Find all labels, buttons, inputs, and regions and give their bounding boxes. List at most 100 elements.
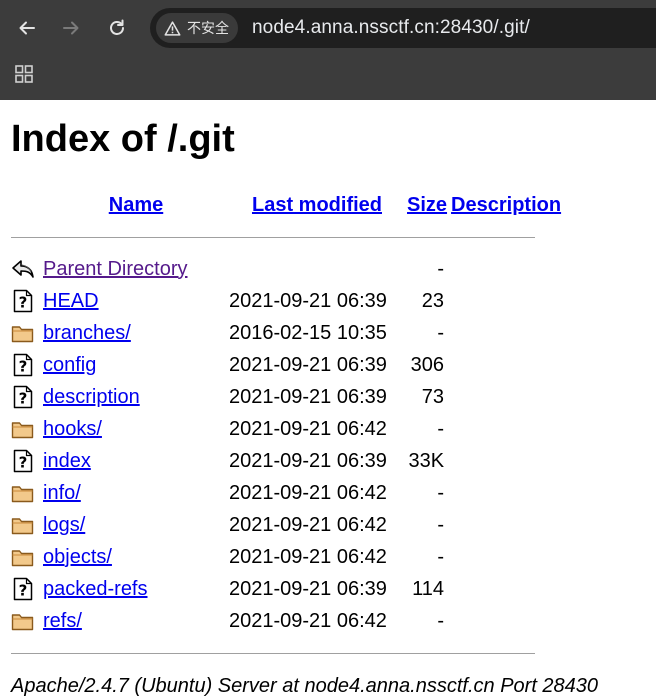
last-modified-column-header: Last modified (229, 189, 405, 221)
entry-description (447, 413, 563, 445)
entry-modified: 2021-09-21 06:39 (229, 385, 387, 408)
folder-icon (11, 422, 34, 439)
entry-description (447, 509, 563, 541)
unknown-file-icon: ? (13, 385, 33, 409)
unknown-file-icon: ? (13, 449, 33, 473)
entry-description (447, 573, 563, 605)
entry-description (447, 445, 563, 477)
folder-icon (11, 326, 34, 343)
unknown-file-icon: ? (13, 577, 33, 601)
entry-modified: 2021-09-21 06:42 (229, 545, 387, 568)
unknown-file-icon: ? (13, 353, 33, 377)
url-text[interactable]: node4.anna.nssctf.cn:28430/.git/ (252, 17, 530, 39)
entry-description (447, 349, 563, 381)
name-column-header: Name (43, 189, 229, 221)
listing-row: hooks/ 2021-09-21 06:42 - (11, 413, 563, 445)
entry-size: - (437, 513, 445, 536)
listing-row: ? index 2021-09-21 06:39 33K (11, 445, 563, 477)
svg-text:?: ? (19, 358, 28, 376)
entry-description (447, 477, 563, 509)
security-label: 不安全 (187, 20, 229, 36)
entry-link[interactable]: packed-refs (43, 578, 148, 600)
back-arrow-icon (12, 260, 34, 278)
entry-size: 306 (410, 353, 445, 376)
directory-listing: Name Last modified Size Description Pare… (11, 189, 563, 669)
listing-row: ? description 2021-09-21 06:39 73 (11, 381, 563, 413)
warning-triangle-icon (164, 20, 181, 36)
entry-link[interactable]: objects/ (43, 546, 112, 568)
sort-by-last-modified-link[interactable]: Last modified (252, 194, 382, 216)
svg-text:?: ? (19, 294, 28, 312)
sort-by-size-link[interactable]: Size (407, 194, 447, 216)
page-title: Index of /.git (11, 118, 235, 160)
listing-row: ? config 2021-09-21 06:39 306 (11, 349, 563, 381)
sort-by-name-link[interactable]: Name (109, 194, 163, 216)
entry-size: - (437, 481, 445, 504)
listing-row: ? packed-refs 2021-09-21 06:39 114 (11, 573, 563, 605)
entry-description (447, 605, 563, 637)
entry-modified: 2021-09-21 06:42 (229, 481, 387, 504)
back-button[interactable] (9, 10, 45, 46)
entry-link[interactable]: logs/ (43, 514, 85, 536)
entry-link[interactable]: config (43, 354, 96, 376)
header-divider (11, 236, 535, 238)
entry-size: 73 (421, 385, 445, 408)
security-chip[interactable]: 不安全 (156, 13, 238, 43)
description-column-header: Description (447, 189, 563, 221)
header-divider-row (11, 221, 563, 253)
icon-header (11, 189, 43, 221)
listing-row: ? HEAD 2021-09-21 06:39 23 (11, 285, 563, 317)
svg-text:?: ? (19, 390, 28, 408)
entry-modified: 2021-09-21 06:39 (229, 353, 387, 376)
entry-link[interactable]: description (43, 386, 140, 408)
entry-size: - (437, 417, 445, 440)
page-content: Index of /.git Name Last modified Size D… (0, 114, 656, 698)
entry-link[interactable]: refs/ (43, 610, 82, 632)
entry-modified: 2021-09-21 06:42 (229, 609, 387, 632)
entry-size: - (437, 321, 445, 344)
folder-icon (11, 614, 34, 631)
entry-link[interactable]: HEAD (43, 290, 99, 312)
listing-row: refs/ 2021-09-21 06:42 - (11, 605, 563, 637)
entry-modified: 2021-09-21 06:39 (229, 577, 387, 600)
entry-size: - (437, 609, 445, 632)
reload-icon (110, 19, 124, 35)
address-bar[interactable]: 不安全 node4.anna.nssctf.cn:28430/.git/ (150, 8, 656, 48)
entry-link[interactable]: branches/ (43, 322, 131, 344)
entry-link[interactable]: info/ (43, 482, 81, 504)
entry-modified: 2016-02-15 10:35 (229, 321, 387, 344)
listing-row: logs/ 2021-09-21 06:42 - (11, 509, 563, 541)
entry-modified: 2021-09-21 06:39 (229, 289, 387, 312)
entry-size: - (437, 545, 445, 568)
parent-directory-link[interactable]: Parent Directory (43, 258, 188, 280)
forward-button[interactable] (53, 10, 89, 46)
entry-link[interactable]: index (43, 450, 91, 472)
back-arrow-icon (19, 21, 35, 35)
sort-by-description-link[interactable]: Description (451, 194, 561, 216)
entry-size: 33K (408, 449, 445, 472)
server-signature: Apache/2.4.7 (Ubuntu) Server at node4.an… (11, 675, 599, 697)
listing-row: branches/ 2016-02-15 10:35 - (11, 317, 563, 349)
browser-toolbar: 不安全 node4.anna.nssctf.cn:28430/.git/ (0, 0, 656, 100)
apps-grid-icon (15, 65, 33, 83)
reload-button[interactable] (99, 10, 135, 46)
header-row: Name Last modified Size Description (11, 189, 563, 221)
footer-divider-row (11, 637, 563, 669)
entry-description (447, 541, 563, 573)
entry-size: 114 (412, 577, 445, 600)
apps-button[interactable] (13, 63, 35, 85)
entry-modified: 2021-09-21 06:42 (229, 513, 387, 536)
svg-text:?: ? (19, 582, 28, 600)
size-column-header: Size (405, 189, 447, 221)
footer-divider (11, 652, 535, 654)
entry-link[interactable]: hooks/ (43, 418, 102, 440)
folder-icon (11, 518, 34, 535)
entry-modified: 2021-09-21 06:42 (229, 417, 387, 440)
listing-row: info/ 2021-09-21 06:42 - (11, 477, 563, 509)
entry-modified: 2021-09-21 06:39 (229, 449, 387, 472)
parent-directory-row: Parent Directory - (11, 253, 563, 285)
folder-icon (11, 550, 34, 567)
folder-icon (11, 486, 34, 503)
entry-description (447, 381, 563, 413)
entry-size: 23 (421, 289, 445, 312)
